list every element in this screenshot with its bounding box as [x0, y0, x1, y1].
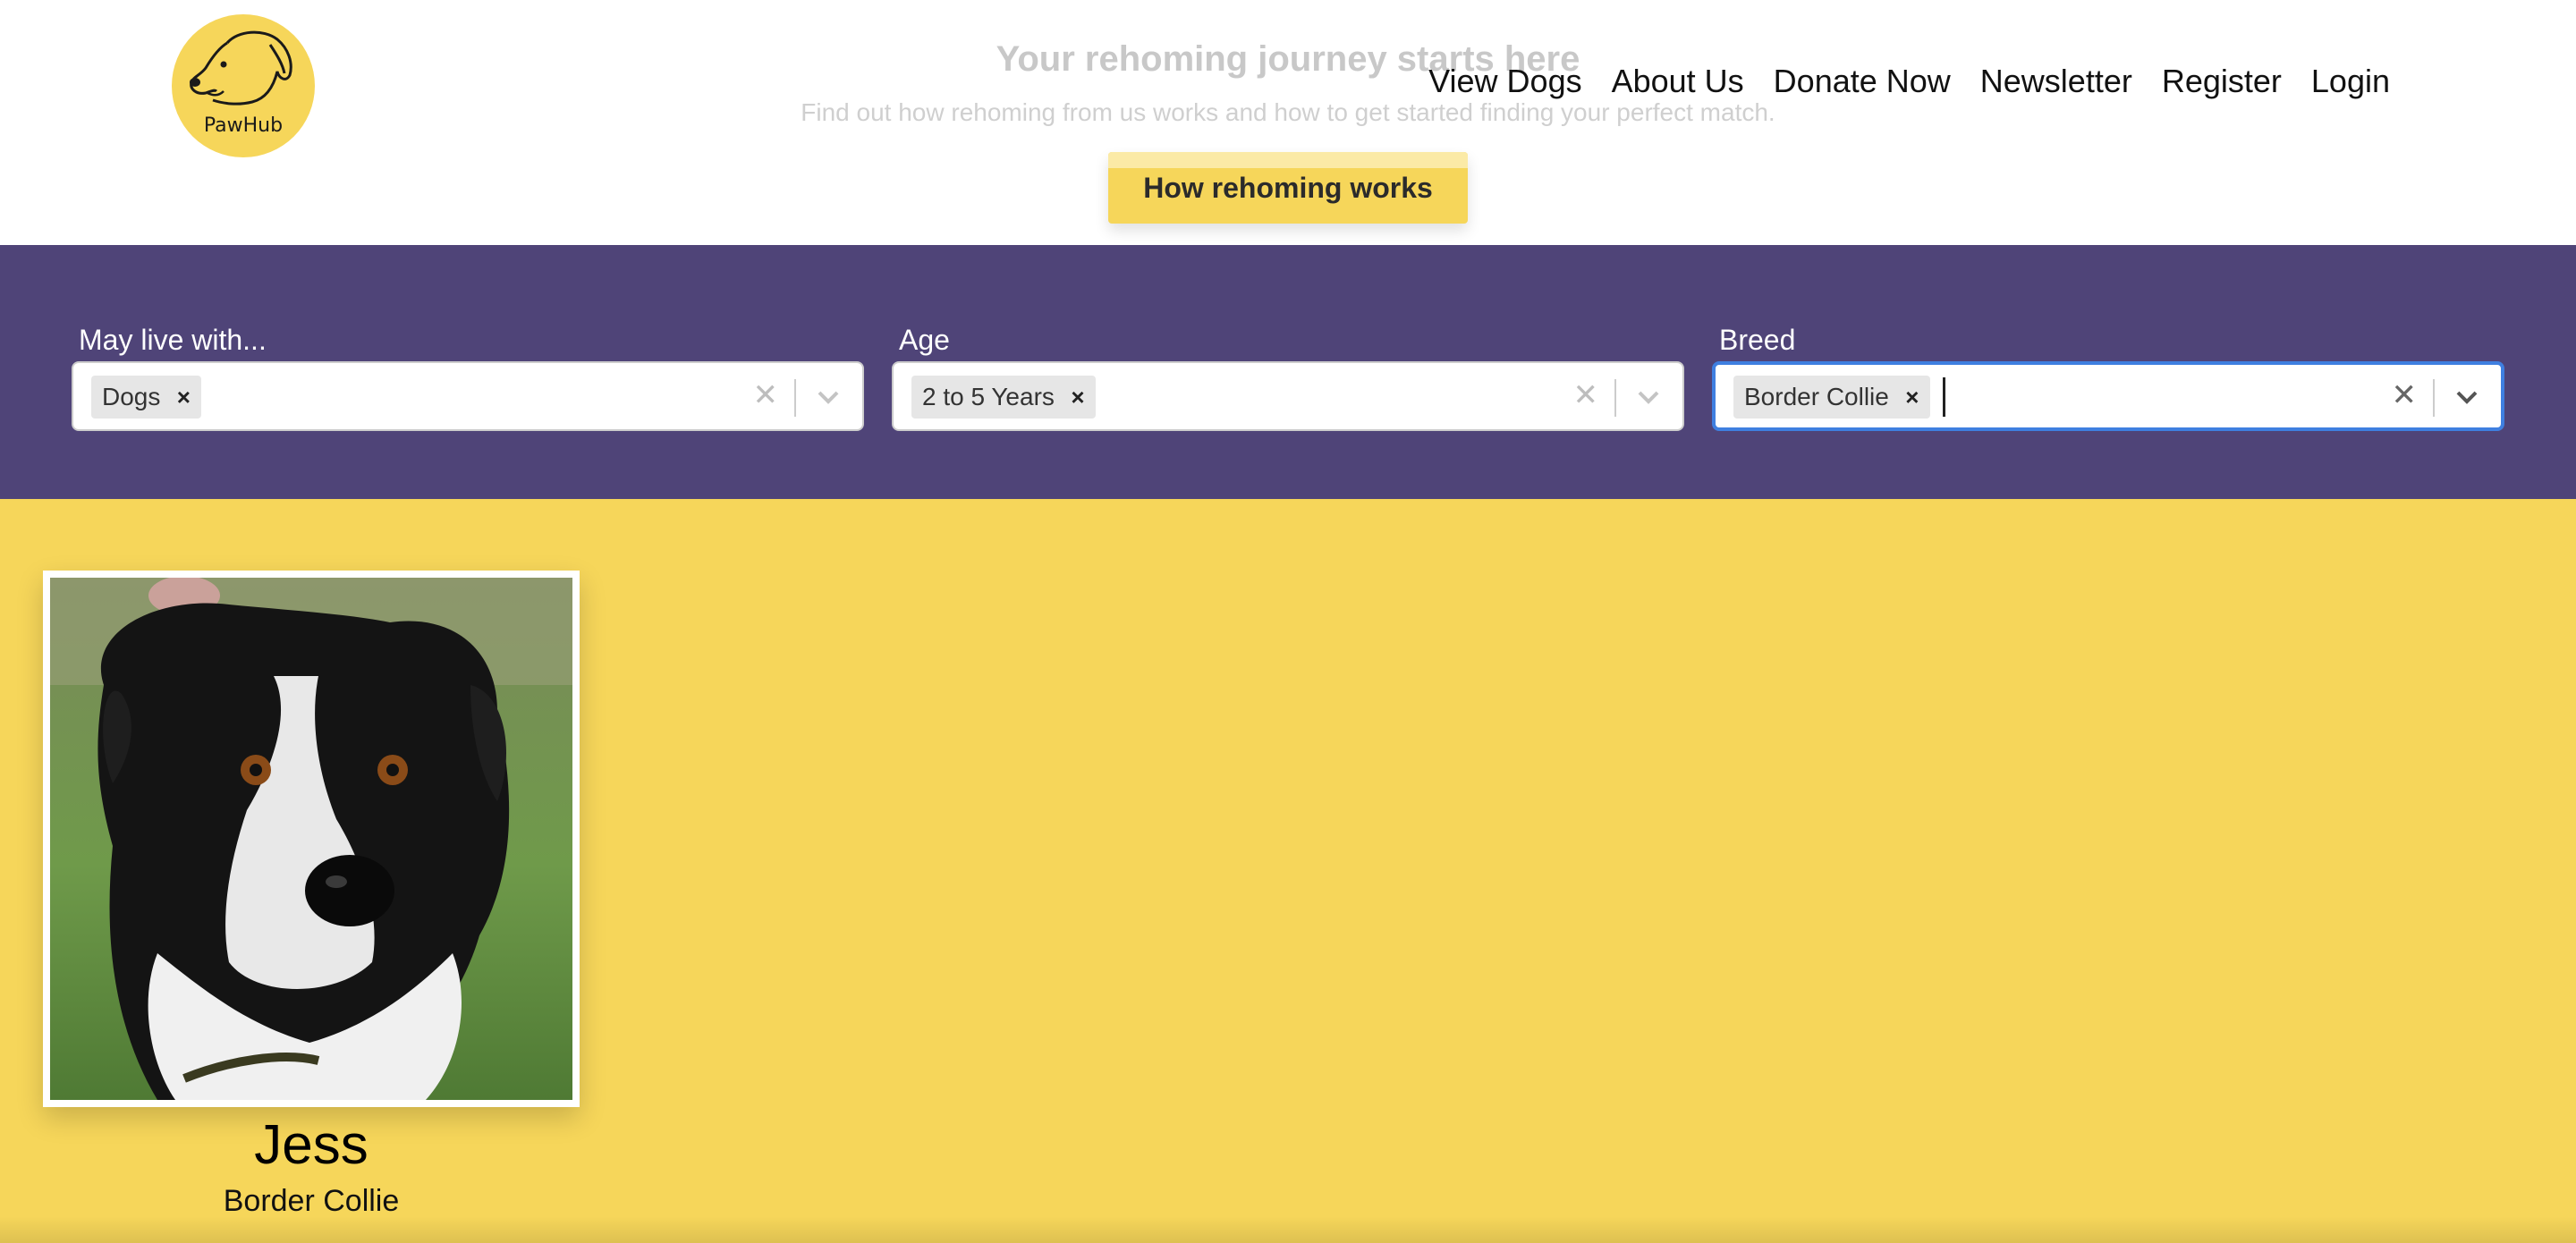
- dog-head-icon: [190, 30, 292, 106]
- dog-card[interactable]: Jess Border Collie: [43, 571, 580, 1219]
- main-nav: View Dogs About Us Donate Now Newsletter…: [1428, 63, 2390, 100]
- breed-select[interactable]: Border Collie × ✕: [1712, 361, 2504, 431]
- age-filter: Age 2 to 5 Years × ✕: [892, 322, 1684, 431]
- how-rehoming-works-label: How rehoming works: [1143, 171, 1433, 204]
- remove-tag-icon[interactable]: ×: [1902, 384, 1923, 411]
- breed-tag-label: Border Collie: [1744, 383, 1889, 410]
- hero-subtitle: Find out how rehoming from us works and …: [801, 98, 1775, 126]
- age-select[interactable]: 2 to 5 Years × ✕: [892, 361, 1684, 431]
- dog-breed: Border Collie: [223, 1184, 400, 1218]
- live-with-filter: May live with... Dogs × ✕: [72, 322, 864, 431]
- live-with-tag: Dogs ×: [91, 376, 202, 419]
- nav-about-us[interactable]: About Us: [1612, 63, 1744, 100]
- remove-tag-icon[interactable]: ×: [1067, 384, 1089, 411]
- pawhub-logo[interactable]: PawHub: [172, 14, 315, 157]
- filter-bar: May live with... Dogs × ✕ Age 2 to 5 Yea…: [0, 245, 2576, 499]
- chevron-down-icon[interactable]: [1634, 383, 1663, 411]
- clear-icon[interactable]: ✕: [1573, 377, 1599, 413]
- chevron-down-icon[interactable]: [2453, 383, 2481, 411]
- clear-icon[interactable]: ✕: [753, 377, 779, 413]
- live-with-tag-label: Dogs: [102, 383, 161, 410]
- live-with-select[interactable]: Dogs × ✕: [72, 361, 864, 431]
- clear-icon[interactable]: ✕: [2392, 377, 2418, 413]
- live-with-label: May live with...: [79, 324, 267, 356]
- logo-text: PawHub: [203, 114, 284, 137]
- results-area: Jess Border Collie: [0, 499, 2576, 1243]
- breed-filter: Breed Border Collie × ✕: [1712, 322, 2504, 431]
- age-tag: 2 to 5 Years ×: [911, 376, 1096, 419]
- dog-photo-frame[interactable]: [43, 571, 580, 1107]
- nav-view-dogs[interactable]: View Dogs: [1428, 63, 1581, 100]
- nav-newsletter[interactable]: Newsletter: [1980, 63, 2132, 100]
- indicator-separator: [794, 379, 796, 417]
- how-rehoming-works-button[interactable]: How rehoming works: [1108, 152, 1468, 224]
- nav-donate-now[interactable]: Donate Now: [1774, 63, 1951, 100]
- age-label: Age: [899, 324, 950, 356]
- nav-register[interactable]: Register: [2162, 63, 2282, 100]
- site-header: PawHub Your rehoming journey starts here…: [0, 0, 2576, 245]
- breed-tag: Border Collie ×: [1733, 376, 1930, 419]
- breed-label: Breed: [1719, 324, 1796, 356]
- dog-name[interactable]: Jess: [43, 1114, 580, 1177]
- age-tag-label: 2 to 5 Years: [922, 383, 1055, 410]
- indicator-separator: [1614, 379, 1616, 417]
- chevron-down-icon[interactable]: [814, 383, 843, 411]
- nav-login[interactable]: Login: [2311, 63, 2390, 100]
- indicator-separator: [2433, 379, 2435, 417]
- remove-tag-icon[interactable]: ×: [173, 384, 194, 411]
- text-cursor[interactable]: [1943, 377, 1945, 417]
- dog-photo: [50, 578, 572, 1100]
